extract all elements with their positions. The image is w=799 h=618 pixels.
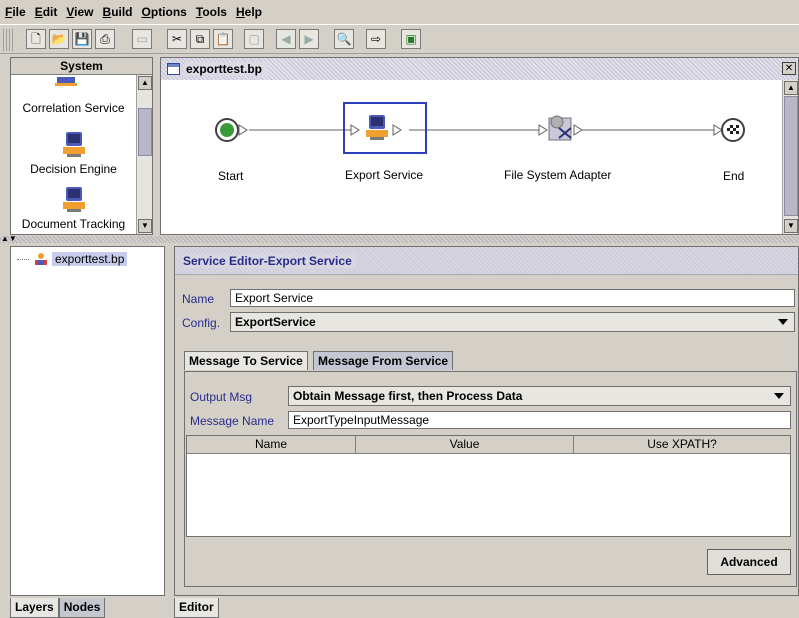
horizontal-splitter[interactable]: ▲▼ (0, 234, 799, 243)
menu-bar: File Edit View Build Options Tools Help (0, 0, 799, 24)
chevron-down-icon (778, 319, 788, 325)
editor-title-bar: Service Editor-Export Service (175, 247, 798, 275)
computer-icon (62, 132, 85, 157)
service-editor: Service Editor-Export Service Name Expor… (174, 246, 799, 596)
menu-view[interactable]: View (66, 5, 93, 19)
scroll-thumb[interactable] (138, 108, 152, 156)
menu-help[interactable]: Help (236, 5, 262, 19)
name-field[interactable]: Export Service (230, 289, 795, 307)
tab-layers[interactable]: Layers (10, 598, 59, 618)
save-icon[interactable]: 💾 (72, 29, 92, 49)
computer-icon (55, 77, 77, 86)
diagram-title-bar: exporttest.bp (161, 58, 798, 80)
config-select[interactable]: ExportService (230, 312, 795, 332)
column-header-name[interactable]: Name (187, 436, 356, 453)
tree-item[interactable]: exporttest.bp (17, 252, 128, 266)
tab-message-to-service[interactable]: Message To Service (184, 351, 308, 370)
diagram-canvas[interactable]: Start Export Service File System Adapter… (161, 80, 782, 234)
menu-build[interactable]: Build (103, 5, 133, 19)
check-icon[interactable]: ▣ (401, 29, 421, 49)
tab-message-from-service[interactable]: Message From Service (313, 351, 454, 370)
output-msg-value: Obtain Message first, then Process Data (293, 389, 523, 403)
advanced-button[interactable]: Advanced (707, 549, 791, 575)
scroll-up-icon[interactable]: ▲ (784, 81, 798, 95)
toolbar: 🗋 📂 💾 ⎙ ▭ ✂ ⧉ 📋 ▢ ◀ ▶ 🔍 ⇨ ▣ (0, 24, 799, 54)
node-label-end[interactable]: End (723, 169, 744, 183)
parameters-table[interactable]: Name Value Use XPATH? (186, 435, 791, 537)
start-running-icon[interactable] (215, 118, 248, 142)
message-name-field[interactable]: ExportTypeInputMessage (288, 411, 791, 429)
computer-icon (62, 187, 85, 212)
scroll-down-icon[interactable]: ▼ (784, 219, 798, 233)
open-folder-icon[interactable]: 📂 (49, 29, 69, 49)
paste-icon[interactable]: 📋 (213, 29, 233, 49)
palette-item-document-tracking[interactable]: Document Tracking (11, 185, 136, 231)
menu-tools[interactable]: Tools (196, 5, 227, 19)
scroll-down-icon[interactable]: ▼ (138, 219, 152, 233)
diagram-title: exporttest.bp (184, 62, 269, 76)
adapter-gear-icon[interactable] (538, 115, 583, 141)
search-icon[interactable]: 🔍 (334, 29, 354, 49)
tree-item-label: exporttest.bp (52, 252, 128, 266)
process-diagram-window: exporttest.bp ✕ Start Export Service Fil… (160, 57, 799, 235)
new-icon[interactable]: 🗋 (26, 29, 46, 49)
cut-icon[interactable]: ✂ (167, 29, 187, 49)
node-label-export-service[interactable]: Export Service (345, 168, 423, 182)
menu-edit[interactable]: Edit (35, 5, 58, 19)
scroll-up-icon[interactable]: ▲ (138, 76, 152, 90)
tab-editor[interactable]: Editor (174, 598, 219, 618)
toolbar-grip[interactable] (3, 29, 13, 51)
node-label-file-system-adapter[interactable]: File System Adapter (504, 168, 611, 182)
column-header-use-xpath[interactable]: Use XPATH? (574, 436, 790, 453)
palette-item-decision-engine[interactable]: Decision Engine (11, 130, 136, 176)
window-icon[interactable]: ▢ (244, 29, 264, 49)
config-value: ExportService (235, 315, 316, 329)
output-msg-select[interactable]: Obtain Message first, then Process Data (288, 386, 791, 406)
node-label-start[interactable]: Start (218, 169, 243, 183)
close-icon[interactable]: ✕ (782, 62, 796, 75)
export-icon[interactable]: ⇨ (366, 29, 386, 49)
message-name-label: Message Name (190, 414, 275, 428)
back-arrow-icon[interactable]: ◀ (276, 29, 296, 49)
scroll-thumb[interactable] (784, 96, 798, 216)
column-header-value[interactable]: Value (356, 436, 574, 453)
properties-icon[interactable]: ▭ (132, 29, 152, 49)
print-icon[interactable]: ⎙ (95, 29, 115, 49)
palette-title: System (11, 58, 152, 75)
config-label: Config. (182, 316, 221, 330)
tab-nodes[interactable]: Nodes (58, 598, 106, 618)
table-header: Name Value Use XPATH? (187, 436, 790, 454)
copy-icon[interactable]: ⧉ (190, 29, 210, 49)
palette-item-correlation-service[interactable]: Correlation Service (11, 101, 136, 115)
output-msg-label: Output Msg (190, 390, 253, 404)
name-label: Name (182, 292, 215, 306)
system-palette: System Correlation Service Decision Engi… (10, 57, 153, 235)
chevron-down-icon (774, 393, 784, 399)
forward-arrow-icon[interactable]: ▶ (299, 29, 319, 49)
end-flag-icon[interactable] (713, 118, 745, 142)
document-icon (167, 63, 180, 75)
diagram-scrollbar[interactable]: ▲ ▼ (782, 80, 798, 234)
left-tabs: Layers Nodes (10, 598, 106, 618)
editor-tabs: Editor (174, 598, 219, 618)
editor-title: Service Editor-Export Service (183, 253, 356, 268)
palette-scrollbar[interactable]: ▲ ▼ (136, 75, 152, 234)
computer-service-icon[interactable] (350, 115, 402, 140)
menu-options[interactable]: Options (142, 5, 187, 19)
menu-file[interactable]: File (5, 5, 26, 19)
process-icon (35, 253, 47, 265)
layers-tree: exporttest.bp (10, 246, 165, 596)
splitter-arrows-icon[interactable]: ▲▼ (1, 234, 17, 243)
